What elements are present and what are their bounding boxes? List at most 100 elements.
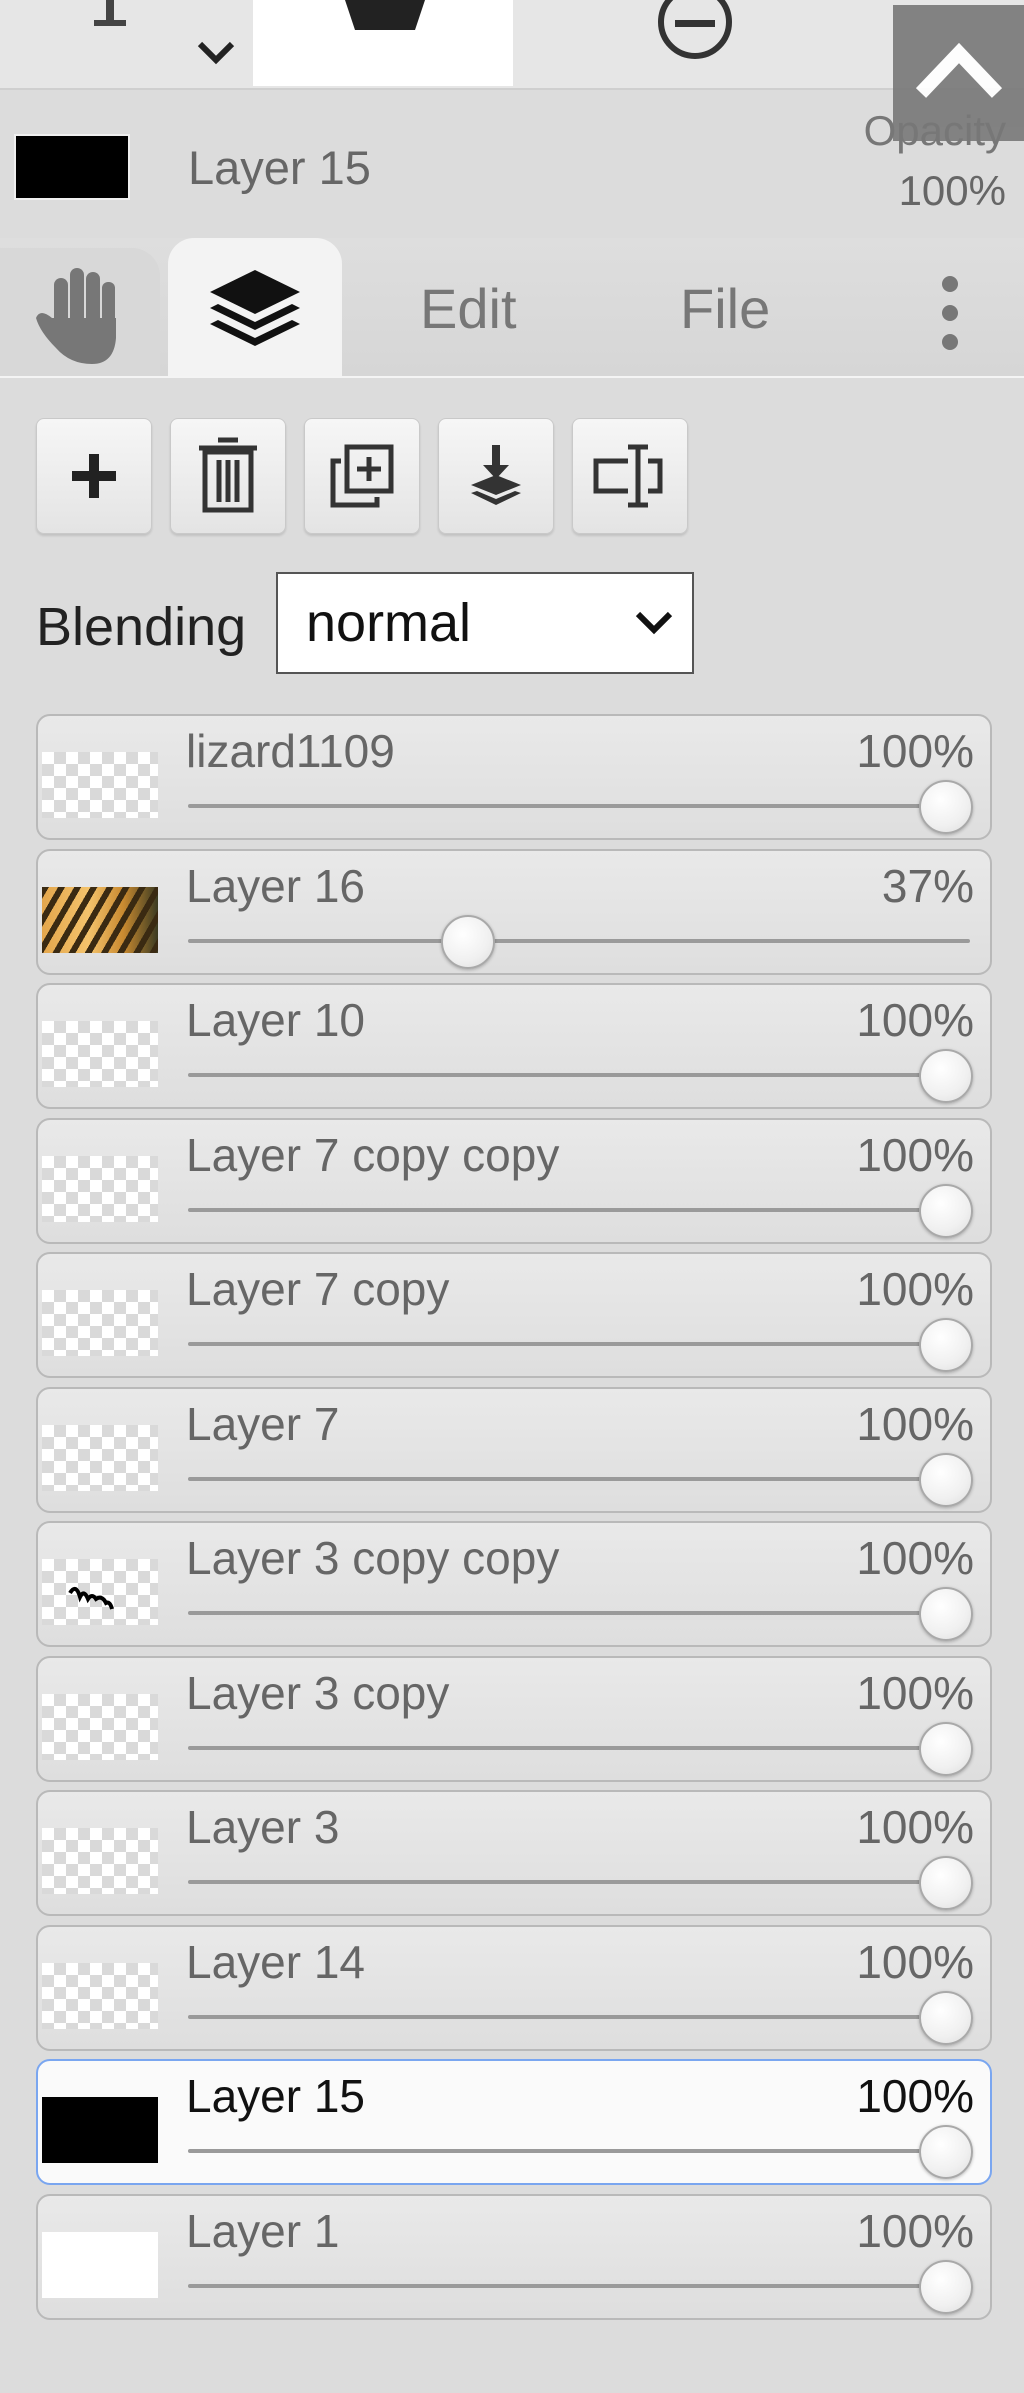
top-toolbar — [0, 0, 1024, 141]
layer-opacity-slider[interactable] — [188, 2283, 970, 2288]
layer-opacity-slider-handle[interactable] — [441, 914, 496, 969]
layer-thumbnail[interactable] — [42, 2097, 158, 2163]
layer-opacity-value: 100% — [856, 1801, 974, 1853]
layer-opacity-value: 100% — [856, 2204, 974, 2257]
rename-layer-icon — [593, 444, 663, 508]
layer-opacity-slider[interactable] — [188, 1476, 970, 1481]
tab-file[interactable]: File — [680, 276, 770, 341]
current-layer-swatch[interactable] — [14, 134, 130, 200]
layer-row[interactable]: Layer 14 100% — [36, 1924, 992, 2051]
duplicate-layer-icon — [330, 444, 394, 508]
tab-layers[interactable] — [168, 238, 342, 376]
layer-opacity-slider-handle[interactable] — [919, 780, 973, 834]
layer-opacity-slider-handle[interactable] — [919, 1452, 973, 1507]
layer-thumbnail[interactable] — [42, 886, 158, 953]
layer-opacity-slider-handle[interactable] — [919, 1318, 973, 1372]
layer-row[interactable]: Layer 3 copy copy 100% — [36, 1521, 992, 1647]
layer-thumbnail[interactable] — [42, 1962, 158, 2029]
layer-opacity-slider[interactable] — [188, 1342, 970, 1346]
layer-name: lizard1109 — [186, 725, 395, 777]
layer-opacity-slider-handle[interactable] — [919, 1990, 973, 2045]
layer-row[interactable]: Layer 7 100% — [36, 1386, 992, 1513]
layer-name: Layer 1 — [186, 2204, 340, 2257]
layer-opacity-slider[interactable] — [188, 938, 970, 943]
merge-down-icon — [471, 445, 521, 505]
layer-name: Layer 7 — [186, 1397, 340, 1450]
layer-row[interactable]: Layer 1 100% — [36, 2193, 992, 2320]
layer-thumbnail[interactable] — [42, 1559, 158, 1625]
add-layer-button[interactable] — [36, 418, 152, 534]
layer-name: Layer 14 — [186, 1935, 366, 1988]
current-layer-name: Layer 15 — [188, 141, 371, 194]
hand-icon — [36, 268, 116, 364]
layer-thumbnail[interactable] — [42, 1693, 158, 1760]
layer-opacity-slider-handle[interactable] — [919, 2125, 973, 2179]
layer-row[interactable]: Layer 16 37% — [36, 848, 992, 975]
delete-layer-icon — [199, 437, 257, 513]
blending-select[interactable]: normal — [276, 572, 694, 674]
shape-icon[interactable] — [340, 0, 430, 40]
blending-value: normal — [306, 593, 472, 653]
layer-opacity-slider-handle[interactable] — [919, 2259, 973, 2314]
layer-opacity-slider[interactable] — [188, 804, 970, 808]
layer-thumbnail[interactable] — [42, 1828, 158, 1894]
layer-row[interactable]: Layer 7 copy 100% — [36, 1252, 992, 1378]
merge-down-button[interactable] — [438, 418, 554, 534]
layer-opacity-value: 100% — [856, 1532, 974, 1584]
layer-thumbnail[interactable] — [42, 752, 158, 818]
layer-opacity-slider-handle[interactable] — [919, 1587, 973, 1641]
layer-row[interactable]: lizard1109 100% — [36, 714, 992, 840]
layer-thumbnail[interactable] — [42, 1424, 158, 1491]
delete-layer-button[interactable] — [170, 418, 286, 534]
layer-name: Layer 16 — [186, 859, 366, 912]
opacity-label: Opacity — [863, 107, 1006, 154]
layer-opacity-value: 100% — [856, 1263, 974, 1315]
layer-thumbnail[interactable] — [42, 1290, 158, 1356]
rename-layer-button[interactable] — [572, 418, 688, 534]
layer-thumbnail[interactable] — [42, 1021, 158, 1087]
minus-circle-icon[interactable] — [655, 0, 735, 60]
layer-opacity-value: 100% — [856, 1128, 974, 1181]
layer-opacity-value: 37% — [881, 859, 974, 912]
chevron-down-icon[interactable] — [192, 32, 242, 72]
layer-row[interactable]: Layer 10 100% — [36, 983, 992, 1109]
layer-name: Layer 15 — [186, 2070, 366, 2122]
layer-opacity-slider[interactable] — [188, 2149, 970, 2153]
layer-name: Layer 3 — [186, 1801, 340, 1853]
tab-hand[interactable] — [0, 248, 160, 376]
layer-opacity-value: 100% — [856, 1397, 974, 1450]
opacity-value[interactable]: 100% — [899, 167, 1006, 215]
layer-opacity-slider-handle[interactable] — [919, 1049, 973, 1103]
layer-name: Layer 7 copy — [186, 1263, 450, 1315]
layer-opacity-slider-handle[interactable] — [919, 1721, 973, 1776]
layer-row[interactable]: Layer 15 100% — [36, 2059, 992, 2185]
layer-opacity-slider[interactable] — [188, 2014, 970, 2019]
layer-opacity-slider[interactable] — [188, 1611, 970, 1615]
layer-opacity-value: 100% — [856, 1935, 974, 1988]
layer-row[interactable]: Layer 7 copy copy 100% — [36, 1117, 992, 1244]
layer-name: Layer 7 copy copy — [186, 1128, 560, 1181]
layer-thumbnail[interactable] — [42, 2231, 158, 2298]
layer-opacity-slider-handle[interactable] — [919, 1856, 973, 1910]
tab-edit[interactable]: Edit — [420, 276, 517, 341]
layer-opacity-slider-handle[interactable] — [919, 1183, 973, 1238]
layer-opacity-value: 100% — [856, 725, 974, 777]
layer-row[interactable]: Layer 3 100% — [36, 1790, 992, 1916]
layers-panel: Blending normal lizard1109 100% Layer 16 37… — [0, 378, 1024, 2393]
layer-opacity-slider[interactable] — [188, 1207, 970, 1212]
layer-name: Layer 3 copy copy — [186, 1532, 560, 1584]
duplicate-layer-button[interactable] — [304, 418, 420, 534]
layer-opacity-value: 100% — [856, 2070, 974, 2122]
layer-name: Layer 10 — [186, 994, 366, 1046]
blending-label: Blending — [36, 597, 247, 657]
layer-row[interactable]: Layer 3 copy 100% — [36, 1655, 992, 1782]
layer-opacity-slider[interactable] — [188, 1880, 970, 1884]
more-vertical-icon[interactable] — [930, 268, 970, 358]
pen-tool-icon[interactable] — [90, 0, 130, 40]
layers-icon — [210, 270, 300, 346]
layer-opacity-slider[interactable] — [188, 1073, 970, 1077]
layer-thumbnail[interactable] — [42, 1155, 158, 1222]
layer-opacity-value: 100% — [856, 1666, 974, 1719]
layer-name: Layer 3 copy — [186, 1666, 450, 1719]
layer-opacity-slider[interactable] — [188, 1745, 970, 1750]
